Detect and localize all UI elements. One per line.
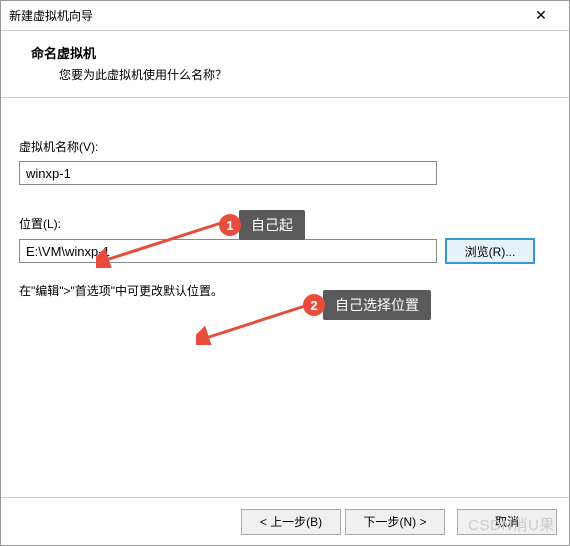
browse-button[interactable]: 浏览(R)... <box>445 238 535 264</box>
titlebar: 新建虚拟机向导 ✕ <box>1 1 569 31</box>
annotation-callout-2: 2 自己选择位置 <box>303 290 431 320</box>
wizard-footer: < 上一步(B) 下一步(N) > 取消 <box>1 497 569 545</box>
close-icon: ✕ <box>535 7 547 24</box>
annotation-label-2: 自己选择位置 <box>323 290 431 320</box>
wizard-header: 命名虚拟机 您要为此虚拟机使用什么名称？ <box>1 31 569 98</box>
vm-name-label: 虚拟机名称(V): <box>19 138 551 155</box>
annotation-number-1: 1 <box>219 214 241 236</box>
next-button[interactable]: 下一步(N) > <box>345 509 445 535</box>
cancel-button[interactable]: 取消 <box>457 509 557 535</box>
wizard-window: 新建虚拟机向导 ✕ 命名虚拟机 您要为此虚拟机使用什么名称？ 虚拟机名称(V):… <box>0 0 570 546</box>
annotation-arrow-2 <box>196 300 316 345</box>
vm-name-input[interactable] <box>19 161 437 185</box>
annotation-label-1: 自己起 <box>239 210 305 240</box>
window-title: 新建虚拟机向导 <box>9 7 93 24</box>
wizard-content: 虚拟机名称(V): 位置(L): 浏览(R)... 在"编辑">"首选项"中可更… <box>1 98 569 472</box>
header-title: 命名虚拟机 <box>31 43 539 62</box>
annotation-number-2: 2 <box>303 294 325 316</box>
back-button[interactable]: < 上一步(B) <box>241 509 341 535</box>
vm-name-group: 虚拟机名称(V): <box>19 138 551 185</box>
annotation-callout-1: 1 自己起 <box>219 210 305 240</box>
vm-location-input[interactable] <box>19 239 437 263</box>
location-hint: 在"编辑">"首选项"中可更改默认位置。 <box>19 282 551 299</box>
header-subtitle: 您要为此虚拟机使用什么名称？ <box>31 66 539 83</box>
close-button[interactable]: ✕ <box>521 2 561 30</box>
